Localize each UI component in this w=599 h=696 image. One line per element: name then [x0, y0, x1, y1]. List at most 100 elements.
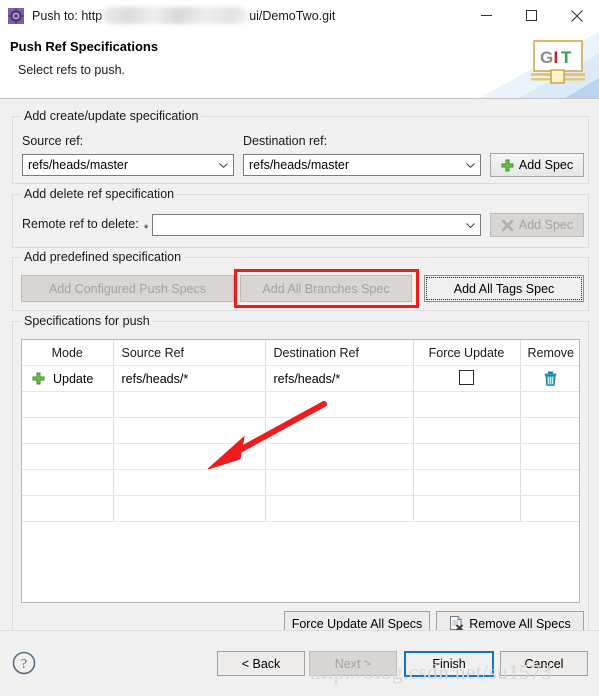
cell-empty	[22, 391, 114, 418]
window-titlebar: Push to: http ui/DemoTwo.git	[0, 0, 599, 32]
page-title: Push Ref Specifications	[10, 39, 159, 54]
close-button[interactable]	[554, 0, 599, 31]
cell-empty	[113, 391, 266, 418]
svg-text:I: I	[554, 48, 559, 67]
specs-table: Mode Source Ref Destination Ref Force Up…	[22, 340, 579, 522]
specs-table-body: Update refs/heads/* refs/heads/*	[22, 365, 579, 522]
cancel-button-label: Cancel	[524, 656, 564, 671]
remote-ref-label: Remote ref to delete:	[22, 217, 139, 231]
column-header-mode: Mode	[22, 340, 114, 366]
window-controls	[464, 0, 599, 31]
cell-empty	[113, 495, 266, 522]
add-all-branches-spec-label: Add All Branches Spec	[262, 281, 390, 296]
add-spec-delete-button: Add Spec	[490, 213, 584, 237]
chevron-down-icon[interactable]	[461, 215, 480, 235]
cell-empty	[520, 443, 579, 470]
cell-empty	[113, 443, 266, 470]
window-title-suffix: ui/DemoTwo.git	[249, 9, 336, 23]
cell-empty	[113, 417, 266, 444]
column-header-source-ref: Source Ref	[113, 340, 266, 366]
finish-button-label: Finish	[432, 657, 466, 671]
cell-empty	[265, 417, 414, 444]
cell-empty	[413, 417, 521, 444]
back-button[interactable]: < Back	[217, 651, 305, 676]
destination-ref-label: Destination ref:	[243, 134, 328, 148]
cell-force-update[interactable]	[413, 365, 521, 392]
delete-ref-group-legend: Add delete ref specification	[21, 187, 178, 201]
cell-empty	[113, 469, 266, 496]
green-plus-icon	[32, 372, 45, 385]
cell-empty	[520, 417, 579, 444]
maximize-button[interactable]	[509, 0, 554, 31]
add-all-tags-spec-button[interactable]: Add All Tags Spec	[424, 275, 584, 302]
next-button-label: Next >	[334, 656, 372, 671]
predefined-group-legend: Add predefined specification	[21, 250, 185, 264]
cell-empty	[520, 495, 579, 522]
cell-empty	[265, 495, 414, 522]
cell-empty	[520, 391, 579, 418]
source-ref-value: refs/heads/master	[28, 158, 129, 172]
table-row-empty[interactable]	[22, 443, 579, 470]
add-all-tags-spec-label: Add All Tags Spec	[453, 281, 555, 296]
cell-empty	[265, 443, 414, 470]
table-row-empty[interactable]	[22, 495, 579, 522]
table-row-empty[interactable]	[22, 417, 579, 444]
window-title: Push to: http ui/DemoTwo.git	[32, 7, 335, 24]
table-header-row: Mode Source Ref Destination Ref Force Up…	[22, 340, 579, 366]
force-update-checkbox[interactable]	[459, 369, 474, 385]
wizard-footer: ? < Back Next > Finish Cancel	[0, 630, 599, 696]
cell-empty	[413, 495, 521, 522]
add-spec-create-button[interactable]: Add Spec	[490, 153, 584, 177]
trash-icon[interactable]	[544, 371, 557, 386]
add-spec-delete-label: Add Spec	[518, 218, 574, 232]
specs-group-legend: Specifications for push	[21, 314, 153, 328]
finish-button[interactable]: Finish	[404, 651, 494, 677]
column-header-destination-ref: Destination Ref	[265, 340, 414, 366]
svg-text:G: G	[540, 48, 553, 67]
window-title-prefix: Push to: http	[32, 9, 103, 23]
table-row[interactable]: Update refs/heads/* refs/heads/*	[22, 365, 579, 392]
green-plus-icon	[501, 159, 514, 171]
wizard-header: Push Ref Specifications Select refs to p…	[0, 32, 599, 99]
cell-empty	[265, 391, 414, 418]
force-update-all-specs-label: Force Update All Specs	[291, 616, 423, 631]
next-button: Next >	[309, 651, 397, 676]
git-logo-icon: G I T	[531, 40, 585, 84]
chevron-down-icon[interactable]	[214, 155, 233, 175]
specs-table-container[interactable]: Mode Source Ref Destination Ref Force Up…	[21, 339, 580, 603]
cell-remove[interactable]	[520, 365, 579, 392]
svg-text:?: ?	[21, 657, 27, 672]
cancel-button[interactable]: Cancel	[500, 651, 588, 676]
cell-empty	[413, 469, 521, 496]
destination-ref-value: refs/heads/master	[249, 158, 350, 172]
cell-source-ref: refs/heads/*	[113, 365, 266, 392]
add-configured-push-specs-label: Add Configured Push Specs	[48, 281, 207, 296]
cell-mode-label: Update	[53, 371, 94, 386]
x-mark-icon	[501, 219, 514, 231]
table-row-empty[interactable]	[22, 391, 579, 418]
cell-empty	[413, 443, 521, 470]
add-spec-create-label: Add Spec	[518, 158, 574, 172]
cell-empty	[22, 443, 114, 470]
page-subtitle: Select refs to push.	[18, 63, 126, 77]
cell-empty	[413, 391, 521, 418]
create-update-group-legend: Add create/update specification	[21, 109, 202, 123]
source-ref-combo[interactable]: refs/heads/master	[22, 154, 234, 176]
wizard-body: Add create/update specification Source r…	[0, 99, 599, 696]
destination-ref-combo[interactable]: refs/heads/master	[243, 154, 481, 176]
remote-ref-required-marker: *	[144, 223, 149, 235]
cell-mode: Update	[22, 365, 114, 392]
table-row-empty[interactable]	[22, 469, 579, 496]
source-ref-label: Source ref:	[22, 134, 84, 148]
column-header-remove: Remove	[520, 340, 579, 366]
chevron-down-icon[interactable]	[461, 155, 480, 175]
remove-all-specs-label: Remove All Specs	[469, 616, 571, 631]
gear-icon	[8, 7, 24, 24]
cell-empty	[520, 469, 579, 496]
cell-empty	[22, 417, 114, 444]
minimize-button[interactable]	[464, 0, 509, 31]
help-icon[interactable]: ?	[12, 651, 36, 675]
redacted-url-region	[103, 7, 249, 24]
remote-ref-combo[interactable]	[152, 214, 481, 236]
remove-document-icon	[450, 616, 464, 631]
